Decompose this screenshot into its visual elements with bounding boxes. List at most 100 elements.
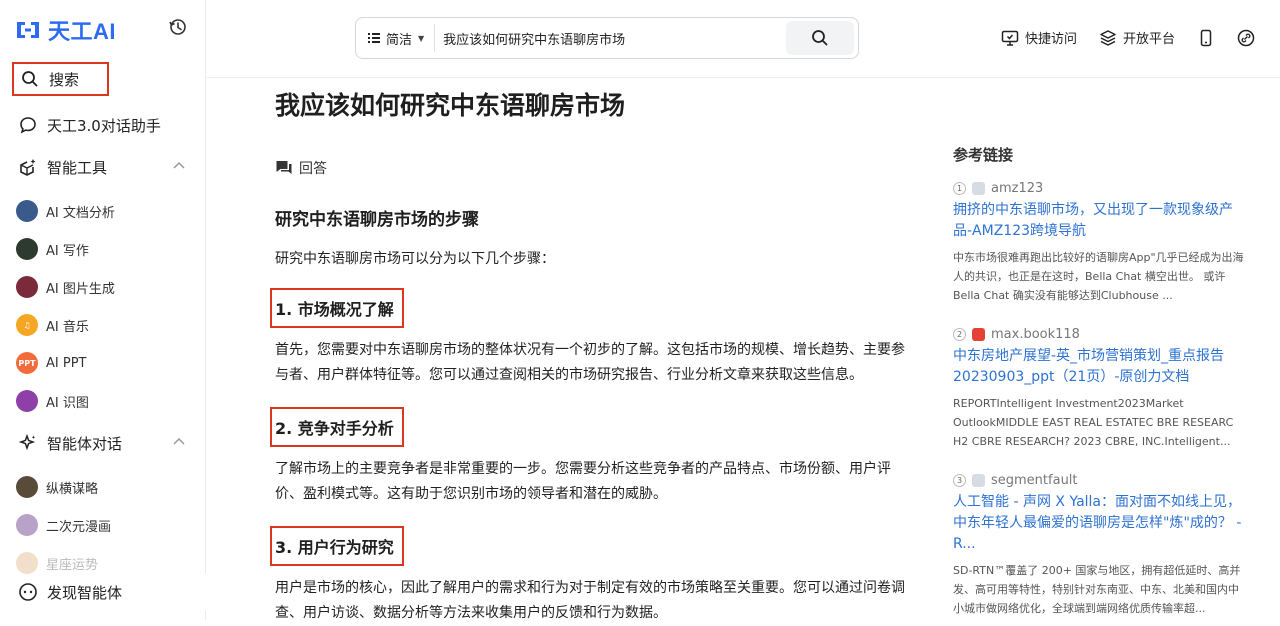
ref-snippet: SD-RTN™覆盖了 200+ 国家与地区，拥有超低延时、高并发、高可用等特性，… (953, 564, 1241, 615)
answer-intro: 研究中东语聊房市场可以分为以下几个步骤： (275, 251, 555, 267)
answer-label-text: 回答 (299, 161, 327, 177)
chevron-up-icon[interactable] (172, 159, 186, 173)
sparkle-icon (18, 433, 38, 453)
sidebar-item-label: 智能工具 (47, 158, 108, 177)
answer-step: 2. 竞争对手分析 了解市场上的主要竞争者是非常重要的一步。您需要分析这些竞争者… (270, 407, 915, 507)
page-title: 我应该如何研究中东语聊房市场 (275, 91, 626, 120)
monitor-icon (1001, 30, 1019, 46)
tool-item[interactable]: ♫ AI 音乐 (0, 306, 206, 344)
quick-access-label: 快捷访问 (1025, 32, 1078, 47)
music-note-icon: ♫ (16, 314, 38, 336)
tool-item[interactable]: AI 识图 (0, 382, 206, 420)
caret-down-icon: ▼ (418, 33, 425, 43)
layers-icon (1100, 29, 1116, 46)
agent-item[interactable]: 纵横谋略 (0, 468, 206, 506)
ai-doc-icon (16, 200, 38, 222)
ref-link[interactable]: 中东房地产展望-英_市场营销策划_重点报告20230903_ppt（21页）-原… (953, 346, 1247, 388)
agent-avatar (16, 476, 38, 498)
sidebar-item-assistant[interactable]: 天工3.0对话助手 (0, 104, 206, 146)
tool-label: AI PPT (46, 355, 87, 371)
mode-label: 简洁 (386, 32, 413, 48)
answer-heading: 研究中东语聊房市场的步骤 (275, 210, 479, 230)
reference-item: 2 max.book118 中东房地产展望-英_市场营销策划_重点报告20230… (953, 327, 1247, 451)
step-text: 了解市场上的主要竞争者是非常重要的一步。您需要分析这些竞争者的产品特点、市场份额… (275, 461, 891, 502)
sidebar-nav: 搜索 天工3.0对话助手 智能工具 AI 文档分析 AI 写作 AI 图片生成 (0, 62, 206, 582)
answer-label: 回答 (275, 158, 915, 178)
tool-item[interactable]: AI 文档分析 (0, 192, 206, 230)
mobile-icon[interactable] (1197, 29, 1215, 47)
tool-label: AI 文档分析 (46, 205, 115, 221)
sidebar-item-label: 天工3.0对话助手 (47, 116, 161, 135)
search-button[interactable] (786, 21, 854, 55)
list-icon (368, 33, 380, 43)
reference-item: 3 segmentfault 人工智能 - 声网 X Yalla：面对面不如线上… (953, 473, 1247, 618)
sidebar-section-agents[interactable]: 智能体对话 (0, 422, 206, 464)
ref-number: 1 (953, 182, 966, 195)
ref-source-name: max.book118 (991, 327, 1080, 342)
link-icon[interactable] (1237, 29, 1255, 47)
sidebar-item-label: 搜索 (49, 70, 80, 89)
answer-panel: 我应该如何研究中东语聊房市场 回答 研究中东语聊房市场的步骤 研究中东语聊房市场… (270, 80, 915, 626)
tool-label: AI 音乐 (46, 319, 89, 335)
search-icon (20, 69, 40, 89)
search-icon (812, 30, 828, 46)
ai-image-icon (16, 276, 38, 298)
reference-item: 1 amz123 拥挤的中东语聊市场，又出现了一款现象级产品-AMZ123跨境导… (953, 181, 1247, 305)
ref-snippet: REPORTIntelligent Investment2023Market O… (953, 397, 1234, 448)
ref-link[interactable]: 拥挤的中东语聊市场，又出现了一款现象级产品-AMZ123跨境导航 (953, 200, 1247, 242)
agent-item[interactable]: 二次元漫画 (0, 506, 206, 544)
history-icon[interactable] (168, 17, 190, 39)
logo-mark-icon (14, 17, 42, 43)
reference-panel: 参考链接 1 amz123 拥挤的中东语聊市场，又出现了一款现象级产品-AMZ1… (953, 144, 1247, 618)
step-title: 3. 用户行为研究 (270, 526, 404, 566)
ai-vision-icon (16, 390, 38, 412)
chevron-up-icon[interactable] (172, 435, 186, 449)
tool-label: AI 写作 (46, 243, 89, 259)
discover-label: 发现智能体 (47, 583, 123, 602)
tool-item[interactable]: PPT AI PPT (0, 344, 206, 382)
chat-bubble-icon (18, 115, 38, 135)
search-input[interactable] (435, 30, 786, 46)
favicon-icon (972, 182, 985, 195)
agent-avatar (16, 552, 38, 574)
ref-source-name: segmentfault (991, 473, 1078, 488)
favicon-icon (972, 474, 985, 487)
top-actions: 快捷访问 开放平台 (1001, 28, 1277, 47)
ref-source: 2 max.book118 (953, 327, 1247, 342)
refs-title: 参考链接 (953, 146, 1014, 164)
open-platform-label: 开放平台 (1123, 32, 1176, 47)
ppt-icon: PPT (16, 352, 38, 374)
favicon-icon (972, 328, 985, 341)
answer-bubble-icon (276, 161, 292, 174)
ref-number: 3 (953, 474, 966, 487)
ref-source: 3 segmentfault (953, 473, 1247, 488)
ref-source-name: amz123 (991, 181, 1044, 196)
ref-link[interactable]: 人工智能 - 声网 X Yalla：面对面不如线上见，中东年轻人最偏爱的语聊房是… (953, 492, 1247, 555)
tool-label: AI 图片生成 (46, 281, 115, 297)
agent-label: 纵横谋略 (46, 481, 99, 497)
step-title: 1. 市场概况了解 (270, 288, 404, 328)
ai-write-icon (16, 238, 38, 260)
top-bar: 简洁 ▼ 快捷访问 开放平台 (207, 0, 1280, 78)
search-bar: 简洁 ▼ (355, 17, 859, 59)
logo[interactable]: 天工AI (14, 14, 116, 46)
tool-item[interactable]: AI 写作 (0, 230, 206, 268)
discover-agents[interactable]: 发现智能体 (0, 574, 206, 610)
step-text: 用户是市场的核心，因此了解用户的需求和行为对于制定有效的市场策略至关重要。您可以… (275, 580, 905, 621)
tool-item[interactable]: AI 图片生成 (0, 268, 206, 306)
sidebar-item-search[interactable]: 搜索 (12, 62, 109, 96)
open-platform-button[interactable]: 开放平台 (1099, 28, 1175, 47)
logo-text: 天工AI (48, 19, 117, 44)
answer-step: 1. 市场概况了解 首先，您需要对中东语聊房市场的整体状况有一个初步的了解。这包… (270, 288, 915, 388)
sidebar-item-label: 智能体对话 (47, 434, 123, 453)
step-title: 2. 竞争对手分析 (270, 407, 404, 447)
ref-number: 2 (953, 328, 966, 341)
ref-source: 1 amz123 (953, 181, 1247, 196)
ref-snippet: 中东市场很难再跑出比较好的语聊房App"几乎已经成为出海人的共识，也正是在这时，… (953, 251, 1244, 302)
sparkle-cube-icon (18, 157, 38, 177)
step-text: 首先，您需要对中东语聊房市场的整体状况有一个初步的了解。这包括市场的规模、增长趋… (275, 342, 905, 383)
mode-dropdown[interactable]: 简洁 ▼ (356, 24, 436, 52)
robot-chat-icon (18, 582, 38, 602)
sidebar-section-tools[interactable]: 智能工具 (0, 146, 206, 188)
quick-access-button[interactable]: 快捷访问 (1001, 28, 1077, 47)
